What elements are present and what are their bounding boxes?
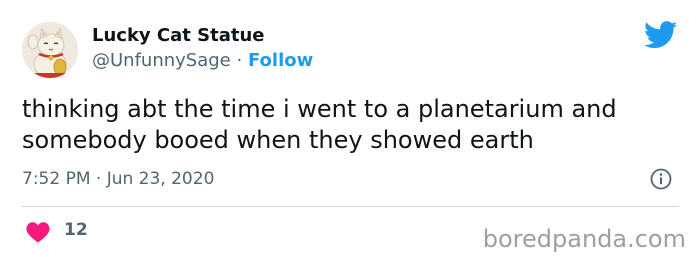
watermark: boredpanda.com bbox=[482, 225, 686, 253]
tweet-text: thinking abt the time i went to a planet… bbox=[22, 95, 617, 154]
display-name[interactable]: Lucky Cat Statue bbox=[92, 25, 265, 47]
user-handle[interactable]: @UnfunnySage bbox=[92, 50, 231, 71]
lucky-cat-avatar bbox=[22, 22, 78, 78]
follow-link[interactable]: Follow bbox=[248, 50, 313, 71]
heart-icon[interactable] bbox=[26, 221, 50, 243]
like-count[interactable]: 12 bbox=[64, 219, 88, 241]
twitter-bird-icon[interactable] bbox=[644, 21, 678, 49]
info-icon[interactable] bbox=[650, 168, 672, 190]
divider bbox=[22, 206, 679, 207]
separator: · bbox=[236, 50, 243, 71]
avatar[interactable] bbox=[22, 22, 78, 78]
tweet-card: Lucky Cat Statue @UnfunnySage · Follow t… bbox=[0, 0, 700, 257]
tweet-timestamp[interactable]: 7:52 PM · Jun 23, 2020 bbox=[22, 168, 214, 190]
handle-row: @UnfunnySage · Follow bbox=[92, 50, 313, 72]
